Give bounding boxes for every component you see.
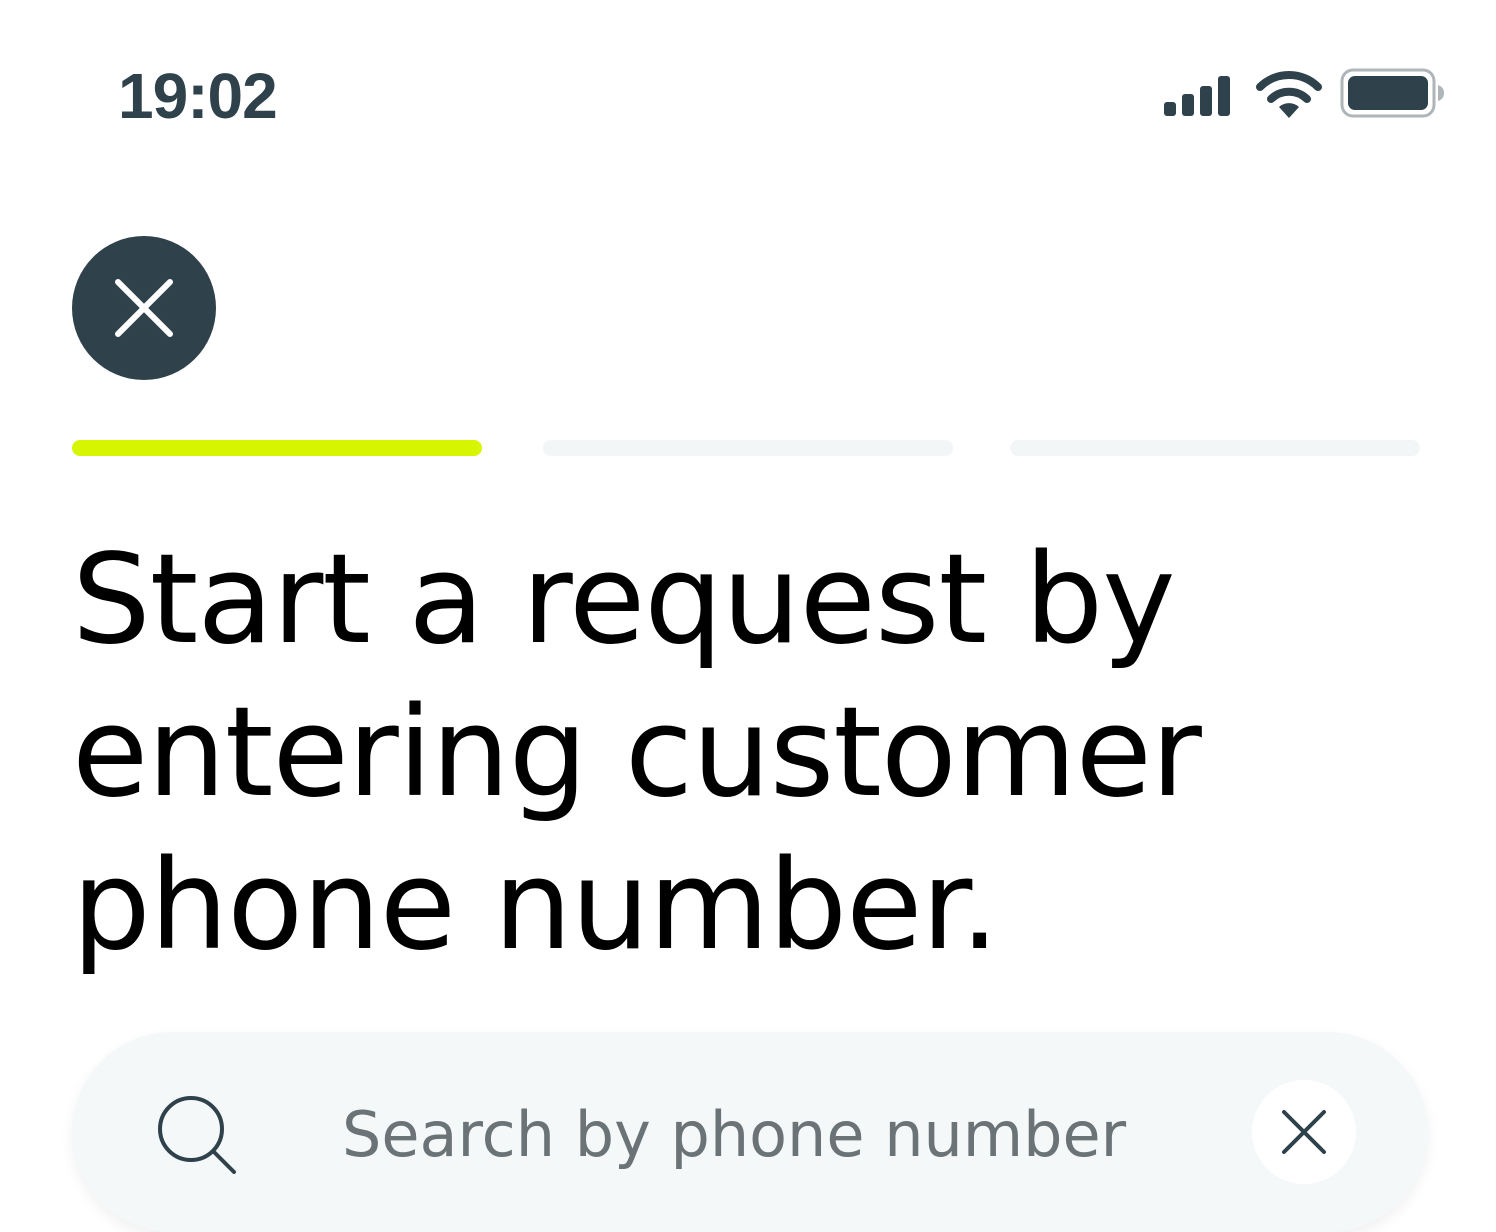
- progress-step-2: [543, 440, 953, 456]
- page-title: Start a request by entering customer pho…: [72, 528, 1202, 978]
- search-icon: [158, 1096, 236, 1174]
- cellular-signal-icon: [1164, 76, 1230, 116]
- status-bar-time: 19:02: [118, 60, 278, 132]
- request-start-screen: 19:02 Start a request by entering custom…: [0, 0, 1496, 1232]
- progress-step-1: [72, 440, 482, 456]
- wifi-icon: [1256, 71, 1322, 118]
- close-icon: [115, 279, 173, 337]
- close-button[interactable]: [72, 236, 216, 380]
- progress-steps: [72, 440, 1420, 456]
- status-bar-icons: [1160, 66, 1450, 122]
- close-icon: [1282, 1110, 1326, 1154]
- progress-step-3: [1010, 440, 1420, 456]
- battery-icon: [1340, 68, 1444, 118]
- search-input[interactable]: [342, 1090, 1202, 1180]
- clear-search-button[interactable]: [1252, 1080, 1356, 1184]
